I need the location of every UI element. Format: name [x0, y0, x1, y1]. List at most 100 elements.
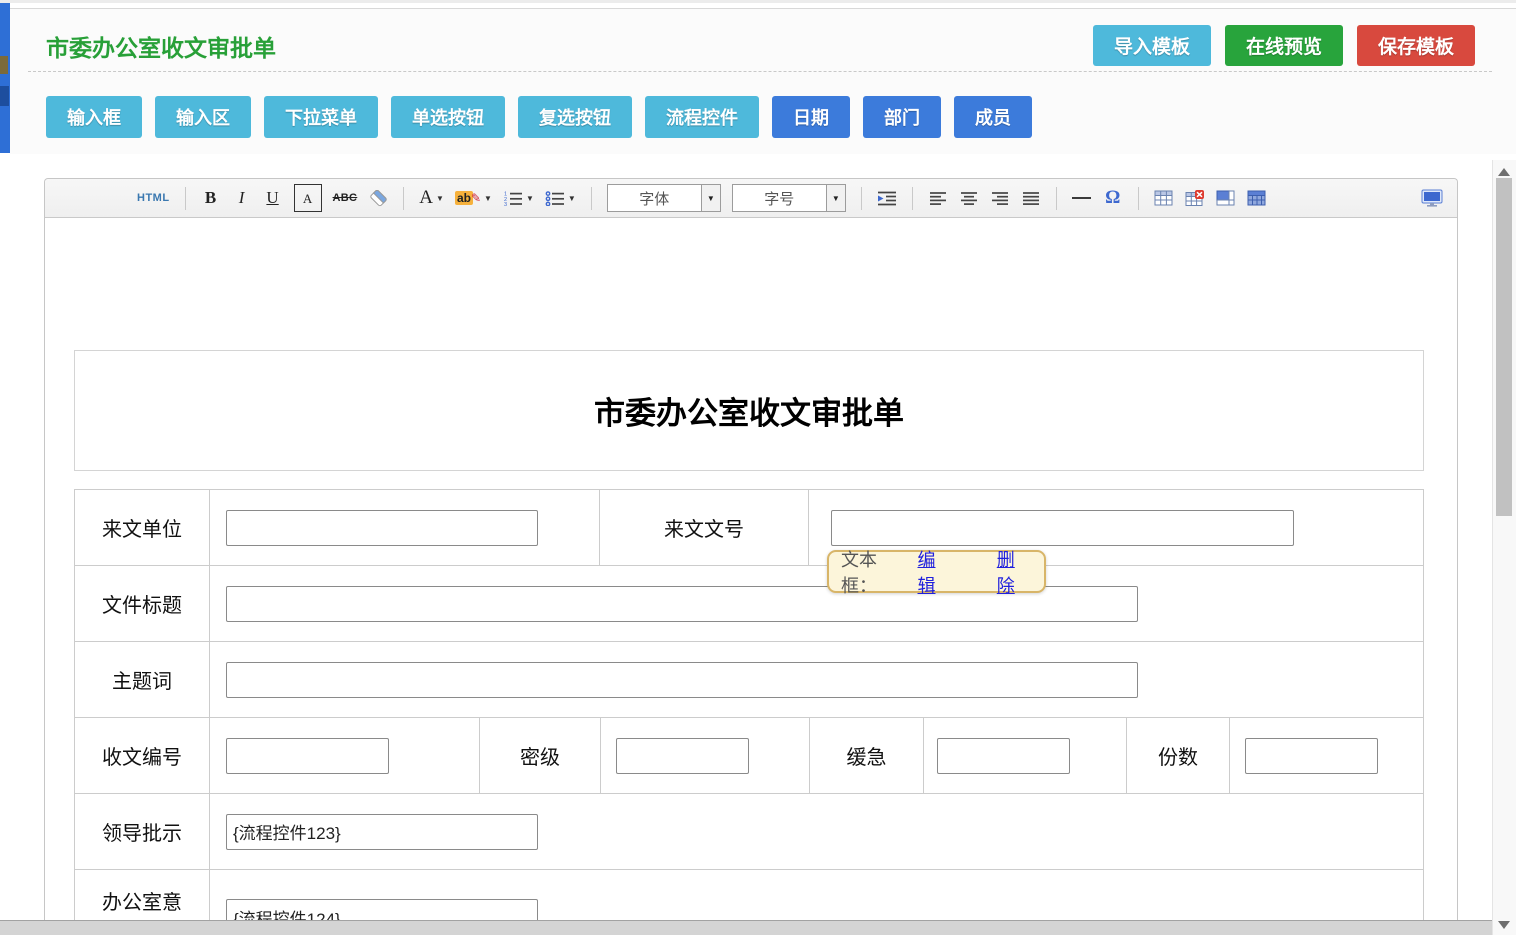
ordered-list-icon[interactable]: 123 ▼	[503, 185, 534, 211]
secrecy-label: 密级	[480, 718, 601, 793]
widget-member-button[interactable]: 成员	[954, 96, 1032, 138]
header-divider	[28, 71, 1492, 72]
editor-canvas[interactable]: 市委办公室收文审批单 来文单位 来文文号 文件标题	[45, 218, 1457, 935]
leader-note-cell	[210, 794, 1423, 869]
online-preview-button[interactable]: 在线预览	[1225, 25, 1343, 66]
toolbar-separator	[591, 187, 592, 210]
svg-text:3: 3	[504, 202, 507, 206]
window-top-edge	[0, 0, 1516, 3]
widget-department-button[interactable]: 部门	[863, 96, 941, 138]
table-row: 文件标题	[75, 566, 1423, 642]
fullscreen-icon[interactable]	[1421, 185, 1443, 211]
chevron-down-icon[interactable]: ▼	[826, 185, 845, 211]
font-color-icon[interactable]: A▼	[419, 185, 444, 211]
scrollbar-thumb[interactable]	[1496, 178, 1512, 516]
doc-title-label: 文件标题	[75, 566, 210, 641]
tooltip-delete-link[interactable]: 删除	[997, 546, 1032, 598]
copies-label: 份数	[1127, 718, 1230, 793]
align-justify-icon[interactable]	[1021, 185, 1041, 211]
widget-checkbox-button[interactable]: 复选按钮	[518, 96, 632, 138]
secrecy-cell	[601, 718, 810, 793]
receipt-number-cell	[210, 718, 480, 793]
header: 市委办公室收文审批单 导入模板 在线预览 保存模板 输入框 输入区 下拉菜单 单…	[10, 8, 1516, 154]
chevron-down-icon[interactable]: ▼	[701, 185, 720, 211]
receipt-number-label: 收文编号	[75, 718, 210, 793]
insert-table-icon[interactable]	[1154, 185, 1174, 211]
toolbar-separator	[185, 187, 186, 210]
source-unit-label: 来文单位	[75, 490, 210, 565]
left-window-fragment-icon	[0, 56, 8, 74]
html-source-icon[interactable]: HTML	[137, 185, 170, 211]
widget-textarea-button[interactable]: 输入区	[155, 96, 251, 138]
table-row: 主题词	[75, 642, 1423, 718]
keywords-label: 主题词	[75, 642, 210, 717]
source-unit-input[interactable]	[226, 510, 538, 546]
unordered-list-icon[interactable]: ▼	[545, 185, 576, 211]
merge-cell-icon[interactable]	[1216, 185, 1236, 211]
rich-text-editor: HTML B I U A ABC A▼ ab✎▼ 123 ▼ ▼ 字体	[44, 178, 1458, 935]
toolbar-separator	[403, 187, 404, 210]
left-window-fragment	[0, 0, 10, 153]
scrollbar-up-icon[interactable]	[1498, 168, 1510, 176]
toolbar-separator	[1056, 187, 1057, 210]
scrollbar-down-icon[interactable]	[1498, 921, 1510, 929]
save-template-button[interactable]: 保存模板	[1357, 25, 1475, 66]
widget-flow-control-button[interactable]: 流程控件	[645, 96, 759, 138]
toolbar-separator	[1138, 187, 1139, 210]
align-right-icon[interactable]	[990, 185, 1010, 211]
doc-number-label: 来文文号	[600, 490, 809, 565]
highlight-color-icon[interactable]: ab✎▼	[455, 185, 492, 211]
widget-dropdown-button[interactable]: 下拉菜单	[264, 96, 378, 138]
left-window-fragment-icon2	[0, 86, 9, 106]
keywords-cell	[210, 642, 1423, 717]
tooltip-edit-link[interactable]: 编辑	[918, 546, 953, 598]
form-title: 市委办公室收文审批单	[594, 388, 904, 433]
urgency-cell	[924, 718, 1127, 793]
header-actions: 导入模板 在线预览 保存模板	[1093, 25, 1475, 66]
align-center-icon[interactable]	[959, 185, 979, 211]
widget-date-button[interactable]: 日期	[772, 96, 850, 138]
table-row: 领导批示	[75, 794, 1423, 870]
widget-input-button[interactable]: 输入框	[46, 96, 142, 138]
secrecy-input[interactable]	[616, 738, 749, 774]
screen: 市委办公室收文审批单 导入模板 在线预览 保存模板 输入框 输入区 下拉菜单 单…	[0, 0, 1516, 935]
widget-radio-button[interactable]: 单选按钮	[391, 96, 505, 138]
toolbar-separator	[861, 187, 862, 210]
vertical-scrollbar[interactable]	[1492, 160, 1516, 935]
form-table: 来文单位 来文文号 文件标题	[74, 489, 1424, 935]
receipt-number-input[interactable]	[226, 738, 389, 774]
special-char-icon[interactable]: Ω	[1103, 185, 1123, 211]
doc-title-cell	[210, 566, 1423, 641]
import-template-button[interactable]: 导入模板	[1093, 25, 1211, 66]
leader-note-label: 领导批示	[75, 794, 210, 869]
delete-table-icon[interactable]	[1185, 185, 1205, 211]
editor-toolbar: HTML B I U A ABC A▼ ab✎▼ 123 ▼ ▼ 字体	[45, 179, 1457, 218]
font-family-select[interactable]: 字体 ▼	[607, 184, 721, 212]
char-border-icon[interactable]: A	[294, 184, 322, 212]
table-row: 来文单位 来文文号	[75, 490, 1423, 566]
strikethrough-icon[interactable]: ABC	[333, 185, 358, 211]
tooltip-label: 文本框：	[841, 546, 912, 598]
doc-number-input[interactable]	[831, 510, 1294, 546]
align-left-icon[interactable]	[928, 185, 948, 211]
page-title: 市委办公室收文审批单	[46, 29, 276, 63]
widget-button-row: 输入框 输入区 下拉菜单 单选按钮 复选按钮 流程控件 日期 部门 成员	[46, 96, 1032, 138]
keywords-input[interactable]	[226, 662, 1138, 698]
indent-icon[interactable]	[877, 185, 897, 211]
toolbar-separator	[912, 187, 913, 210]
bold-icon[interactable]: B	[201, 185, 221, 211]
underline-icon[interactable]: U	[263, 185, 283, 211]
copies-cell	[1230, 718, 1423, 793]
font-size-select[interactable]: 字号 ▼	[732, 184, 846, 212]
leader-note-input[interactable]	[226, 814, 538, 850]
form-title-box: 市委办公室收文审批单	[74, 350, 1424, 471]
urgency-input[interactable]	[937, 738, 1070, 774]
italic-icon[interactable]: I	[232, 185, 252, 211]
eraser-icon[interactable]	[368, 185, 388, 211]
bottom-window-edge	[0, 920, 1493, 935]
textbox-tooltip: 文本框： 编辑 删除	[827, 550, 1046, 593]
copies-input[interactable]	[1245, 738, 1378, 774]
table-properties-icon[interactable]	[1247, 185, 1267, 211]
source-unit-cell	[210, 490, 600, 565]
horizontal-rule-icon[interactable]	[1072, 185, 1092, 211]
